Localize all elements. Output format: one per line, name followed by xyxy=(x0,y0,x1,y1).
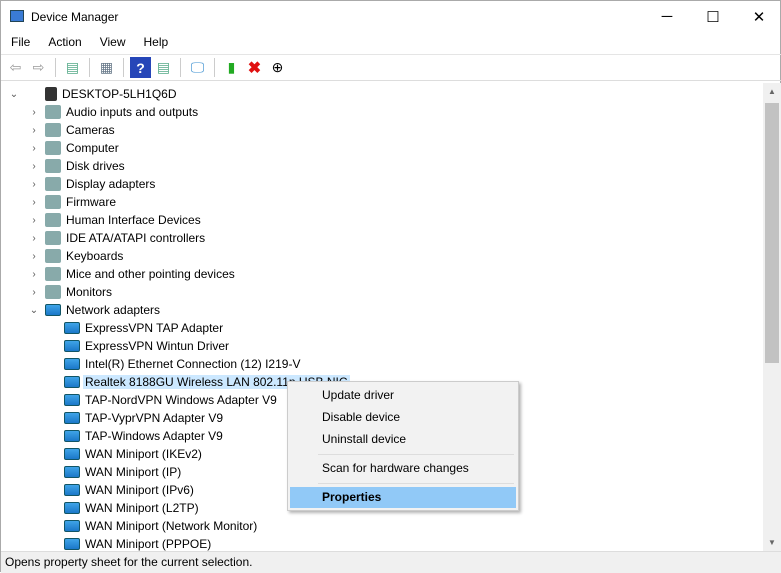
uninstall-icon[interactable]: ✖ xyxy=(244,57,265,78)
chevron-right-icon[interactable]: › xyxy=(29,143,39,154)
network-adapter-icon xyxy=(64,358,80,370)
tree-category[interactable]: › IDE ATA/ATAPI controllers xyxy=(29,229,207,247)
menu-item-uninstall-device[interactable]: Uninstall device xyxy=(290,429,516,450)
tree-category[interactable]: › Mice and other pointing devices xyxy=(29,265,237,283)
device-manager-icon xyxy=(10,10,24,22)
menu-action[interactable]: Action xyxy=(38,32,89,53)
menu-file[interactable]: File xyxy=(1,32,38,53)
category-icon xyxy=(45,159,61,173)
network-adapter-icon xyxy=(64,394,80,406)
tree-device[interactable]: TAP-VyprVPN Adapter V9 xyxy=(64,409,225,427)
category-icon xyxy=(45,105,61,119)
category-icon xyxy=(45,195,61,209)
network-adapter-icon xyxy=(64,430,80,442)
tree-device[interactable]: WAN Miniport (IPv6) xyxy=(64,481,196,499)
tree-category[interactable]: › Computer xyxy=(29,139,121,157)
category-icon xyxy=(45,249,61,263)
tree-device[interactable]: TAP-NordVPN Windows Adapter V9 xyxy=(64,391,279,409)
vertical-scrollbar[interactable]: ▲ ▼ xyxy=(763,83,781,551)
menu-separator xyxy=(318,454,514,455)
scroll-up-icon[interactable]: ▲ xyxy=(763,87,781,96)
scroll-down-icon[interactable]: ▼ xyxy=(763,538,781,547)
network-adapter-icon xyxy=(64,340,80,352)
tree-category[interactable]: › Display adapters xyxy=(29,175,157,193)
back-icon[interactable]: ⇦ xyxy=(5,57,26,78)
help-icon[interactable]: ? xyxy=(130,57,151,78)
menu-separator xyxy=(318,483,514,484)
category-icon xyxy=(45,123,61,137)
menu-help[interactable]: Help xyxy=(134,32,177,53)
category-icon xyxy=(45,213,61,227)
category-icon xyxy=(45,141,61,155)
update-driver-icon[interactable]: ▮ xyxy=(221,57,242,78)
properties-icon[interactable]: ▦ xyxy=(96,57,117,78)
network-adapter-icon xyxy=(64,412,80,424)
category-icon xyxy=(45,231,61,245)
tree-category[interactable]: ⌄ Network adapters xyxy=(29,301,162,319)
chevron-right-icon[interactable]: › xyxy=(29,215,39,226)
category-icon xyxy=(45,177,61,191)
network-adapter-icon xyxy=(64,484,80,496)
category-icon xyxy=(45,267,61,281)
chevron-right-icon[interactable]: › xyxy=(29,125,39,136)
minimize-button[interactable]: ─ xyxy=(644,1,690,32)
tree-category[interactable]: › Disk drives xyxy=(29,157,127,175)
tree-device[interactable]: WAN Miniport (IP) xyxy=(64,463,183,481)
menu-item-update-driver[interactable]: Update driver xyxy=(290,385,516,406)
network-adapter-icon xyxy=(64,538,80,550)
menu-bar: File Action View Help xyxy=(1,32,176,53)
chevron-down-icon[interactable]: ⌄ xyxy=(29,305,39,316)
tree-category[interactable]: › Cameras xyxy=(29,121,117,139)
network-adapter-icon xyxy=(64,502,80,514)
toolbar: ⇦ ⇨ ▤ ▦ ? ▤ 🖵 ▮ ✖ ⊕ xyxy=(1,54,781,81)
category-icon xyxy=(45,304,61,316)
chevron-right-icon[interactable]: › xyxy=(29,269,39,280)
tree-root[interactable]: ⌄ DESKTOP-5LH1Q6D xyxy=(9,85,179,103)
maximize-button[interactable]: ☐ xyxy=(690,1,736,32)
chevron-right-icon[interactable]: › xyxy=(29,161,39,172)
network-adapter-icon xyxy=(64,322,80,334)
chevron-right-icon[interactable]: › xyxy=(29,179,39,190)
menu-view[interactable]: View xyxy=(90,32,134,53)
action-pane-icon[interactable]: ▤ xyxy=(153,57,174,78)
chevron-down-icon[interactable]: ⌄ xyxy=(9,89,19,100)
tree-device[interactable]: TAP-Windows Adapter V9 xyxy=(64,427,225,445)
status-bar: Opens property sheet for the current sel… xyxy=(1,551,781,573)
tree-category[interactable]: › Human Interface Devices xyxy=(29,211,203,229)
menu-item-properties[interactable]: Properties xyxy=(290,487,516,508)
window-title: Device Manager xyxy=(31,10,119,24)
category-icon xyxy=(45,285,61,299)
computer-icon xyxy=(45,87,57,101)
chevron-right-icon[interactable]: › xyxy=(29,197,39,208)
tree-category[interactable]: › Firmware xyxy=(29,193,118,211)
disable-icon[interactable]: ⊕ xyxy=(267,57,288,78)
tree-device[interactable]: WAN Miniport (PPPOE) xyxy=(64,535,213,551)
menu-item-scan-hardware[interactable]: Scan for hardware changes xyxy=(290,458,516,479)
title-bar: Device Manager ─ ☐ ✕ xyxy=(1,1,781,32)
chevron-right-icon[interactable]: › xyxy=(29,287,39,298)
forward-icon[interactable]: ⇨ xyxy=(28,57,49,78)
chevron-right-icon[interactable]: › xyxy=(29,107,39,118)
context-menu: Update driver Disable device Uninstall d… xyxy=(287,381,519,511)
chevron-right-icon[interactable]: › xyxy=(29,233,39,244)
close-button[interactable]: ✕ xyxy=(736,1,781,32)
show-hide-tree-icon[interactable]: ▤ xyxy=(62,57,83,78)
tree-device[interactable]: ExpressVPN Wintun Driver xyxy=(64,337,231,355)
network-adapter-icon xyxy=(64,466,80,478)
tree-device[interactable]: WAN Miniport (IKEv2) xyxy=(64,445,204,463)
tree-device[interactable]: WAN Miniport (Network Monitor) xyxy=(64,517,259,535)
network-adapter-icon xyxy=(64,520,80,532)
scan-hardware-icon[interactable]: 🖵 xyxy=(187,57,208,78)
tree-device[interactable]: WAN Miniport (L2TP) xyxy=(64,499,201,517)
menu-item-disable-device[interactable]: Disable device xyxy=(290,407,516,428)
chevron-right-icon[interactable]: › xyxy=(29,251,39,262)
tree-category[interactable]: › Monitors xyxy=(29,283,114,301)
scrollbar-thumb[interactable] xyxy=(765,103,779,363)
tree-device[interactable]: ExpressVPN TAP Adapter xyxy=(64,319,225,337)
network-adapter-icon xyxy=(64,376,80,388)
tree-category[interactable]: › Keyboards xyxy=(29,247,125,265)
tree-device[interactable]: Intel(R) Ethernet Connection (12) I219-V xyxy=(64,355,302,373)
tree-category[interactable]: › Audio inputs and outputs xyxy=(29,103,200,121)
network-adapter-icon xyxy=(64,448,80,460)
